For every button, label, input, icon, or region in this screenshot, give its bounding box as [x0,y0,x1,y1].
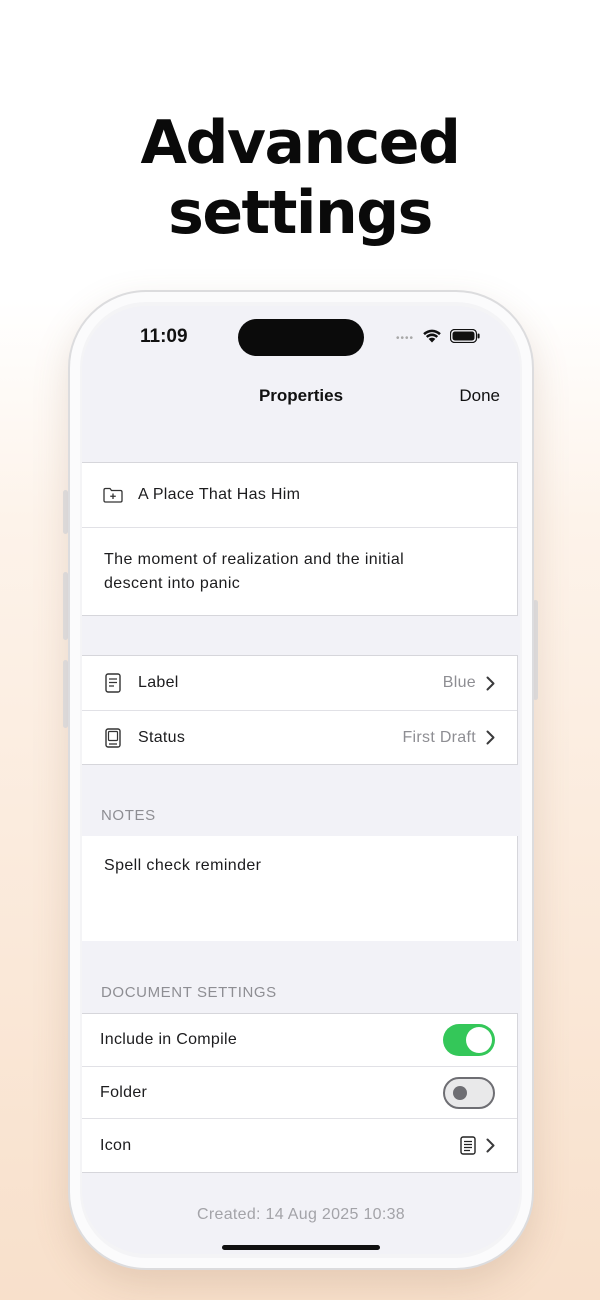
folder-label: Folder [100,1083,148,1101]
toggle-knob [466,1027,492,1053]
label-row-label: Label [138,674,179,691]
include-in-compile-toggle[interactable] [443,1024,495,1056]
notes-group: Spell check reminder [82,836,518,941]
nav-title: Properties [258,386,344,405]
phone-screen: 11:09 •••• Properties Done A Place That … [82,306,520,1254]
wifi-icon [422,328,442,348]
document-icon [460,1136,476,1155]
notes-row[interactable]: Spell check reminder [82,836,517,941]
status-row-value: First Draft [402,728,476,746]
home-indicator[interactable] [222,1245,380,1250]
page-headline: Advanced settings [140,108,461,248]
include-in-compile-label: Include in Compile [100,1031,238,1048]
include-in-compile-row: Include in Compile [82,1014,517,1066]
battery-icon [449,328,480,348]
label-row[interactable]: Label Blue [82,656,517,710]
document-synopsis[interactable]: The moment of realization and the initia… [104,548,457,596]
document-settings-section-header: DOCUMENT SETTINGS [101,984,277,1001]
done-button[interactable]: Done [459,386,500,406]
chevron-right-icon [486,730,495,745]
status-time: 11:09 [140,326,188,347]
notes-text[interactable]: Spell check reminder [104,854,261,878]
folder-add-icon [102,487,124,503]
label-row-value: Blue [442,674,476,691]
dynamic-island [238,319,364,356]
folder-row: Folder [82,1066,517,1118]
notes-section-header: NOTES [101,807,156,824]
chevron-right-icon [486,676,495,691]
folder-toggle[interactable] [443,1076,495,1109]
toggle-knob [453,1085,467,1100]
chevron-right-icon [486,1138,495,1153]
document-info-group: A Place That Has Him The moment of reali… [82,462,518,616]
document-title-row[interactable]: A Place That Has Him [82,463,517,527]
document-settings-group: Include in Compile Folder Icon [82,1013,518,1173]
icon-label: Icon [100,1136,132,1154]
status-row-label: Status [138,728,186,746]
status-icon [102,727,124,748]
document-title[interactable]: A Place That Has Him [138,486,300,504]
icon-row[interactable]: Icon [82,1118,517,1172]
label-icon [102,673,124,693]
created-timestamp: Created: 14 Aug 2025 10:38 [197,1206,405,1223]
cellular-dots-icon: •••• [395,332,414,344]
status-icons: •••• [396,328,480,348]
synopsis-row[interactable]: The moment of realization and the initia… [82,527,517,615]
metadata-group: Label Blue Status First Draft [82,655,518,765]
status-row[interactable]: Status First Draft [82,710,517,764]
